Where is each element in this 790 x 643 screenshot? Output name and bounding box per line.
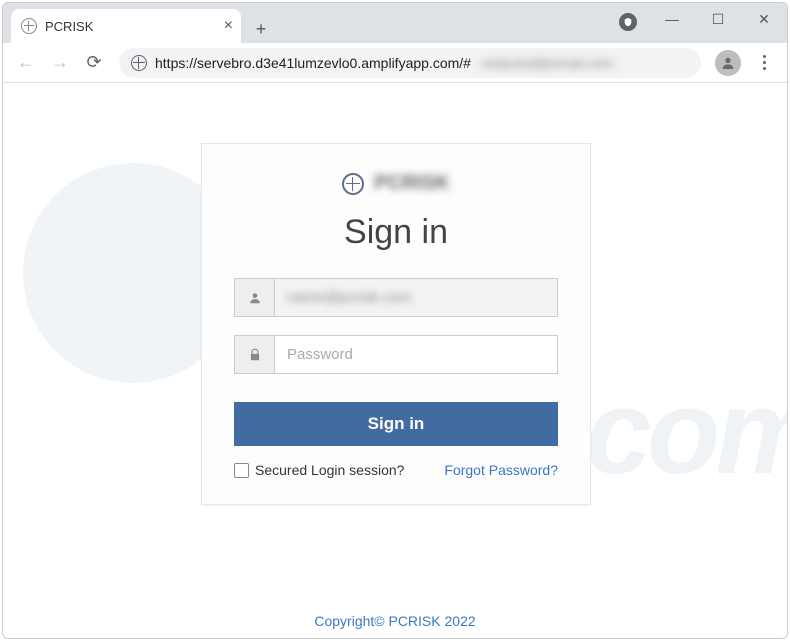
url-text: https://servebro.d3e41lumzevlo0.amplifya…	[155, 55, 471, 71]
login-card: PCRISK Sign in name@pcrisk.com Sign in	[201, 143, 591, 505]
forgot-password-link[interactable]: Forgot Password?	[444, 462, 558, 478]
copyright-text: Copyright© PCRISK 2022	[3, 613, 787, 629]
url-blurred-fragment: redacted@email.com	[481, 55, 614, 71]
site-info-icon[interactable]	[131, 55, 147, 71]
address-bar[interactable]: https://servebro.d3e41lumzevlo0.amplifya…	[119, 48, 701, 78]
secured-session-label: Secured Login session?	[255, 462, 404, 478]
browser-tab[interactable]: PCRISK ×	[11, 9, 241, 43]
forward-button[interactable]: →	[45, 48, 75, 78]
email-input-group: name@pcrisk.com	[234, 278, 558, 317]
window-controls: — ☐ ✕	[649, 3, 787, 35]
browser-window: — ☐ ✕ PCRISK × + ← → ⟳ https://servebro.…	[2, 2, 788, 639]
password-field[interactable]	[275, 336, 557, 373]
globe-icon	[342, 173, 364, 195]
back-button[interactable]: ←	[11, 48, 41, 78]
brand-name-blurred: PCRISK	[374, 172, 450, 195]
reload-button[interactable]: ⟳	[79, 48, 109, 78]
close-tab-icon[interactable]: ×	[224, 17, 233, 35]
maximize-button[interactable]: ☐	[695, 3, 741, 35]
secured-session-checkbox[interactable]: Secured Login session?	[234, 462, 404, 478]
login-footer: Secured Login session? Forgot Password?	[234, 462, 558, 478]
user-icon	[235, 279, 275, 316]
lock-icon	[235, 336, 275, 373]
signin-heading: Sign in	[234, 213, 558, 252]
signin-button[interactable]: Sign in	[234, 402, 558, 446]
page-content: risk.com PCRISK Sign in name@pcrisk.com …	[3, 83, 787, 638]
minimize-button[interactable]: —	[649, 3, 695, 35]
email-field[interactable]: name@pcrisk.com	[275, 279, 557, 316]
close-window-button[interactable]: ✕	[741, 3, 787, 35]
checkbox-icon	[234, 463, 249, 478]
password-input-group	[234, 335, 558, 374]
globe-icon	[21, 18, 37, 34]
profile-avatar[interactable]	[715, 50, 741, 76]
new-tab-button[interactable]: +	[247, 15, 275, 43]
tab-title: PCRISK	[45, 19, 93, 34]
brand-row: PCRISK	[234, 172, 558, 195]
browser-menu-button[interactable]	[749, 48, 779, 78]
browser-toolbar: ← → ⟳ https://servebro.d3e41lumzevlo0.am…	[3, 43, 787, 83]
extension-icon[interactable]	[619, 13, 637, 31]
